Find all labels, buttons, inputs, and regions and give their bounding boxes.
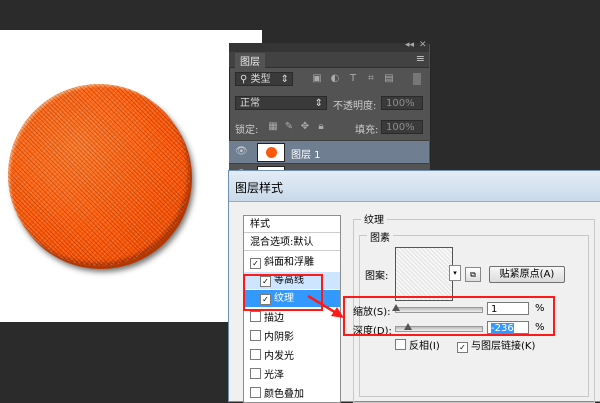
annotation-arrow (307, 294, 344, 318)
